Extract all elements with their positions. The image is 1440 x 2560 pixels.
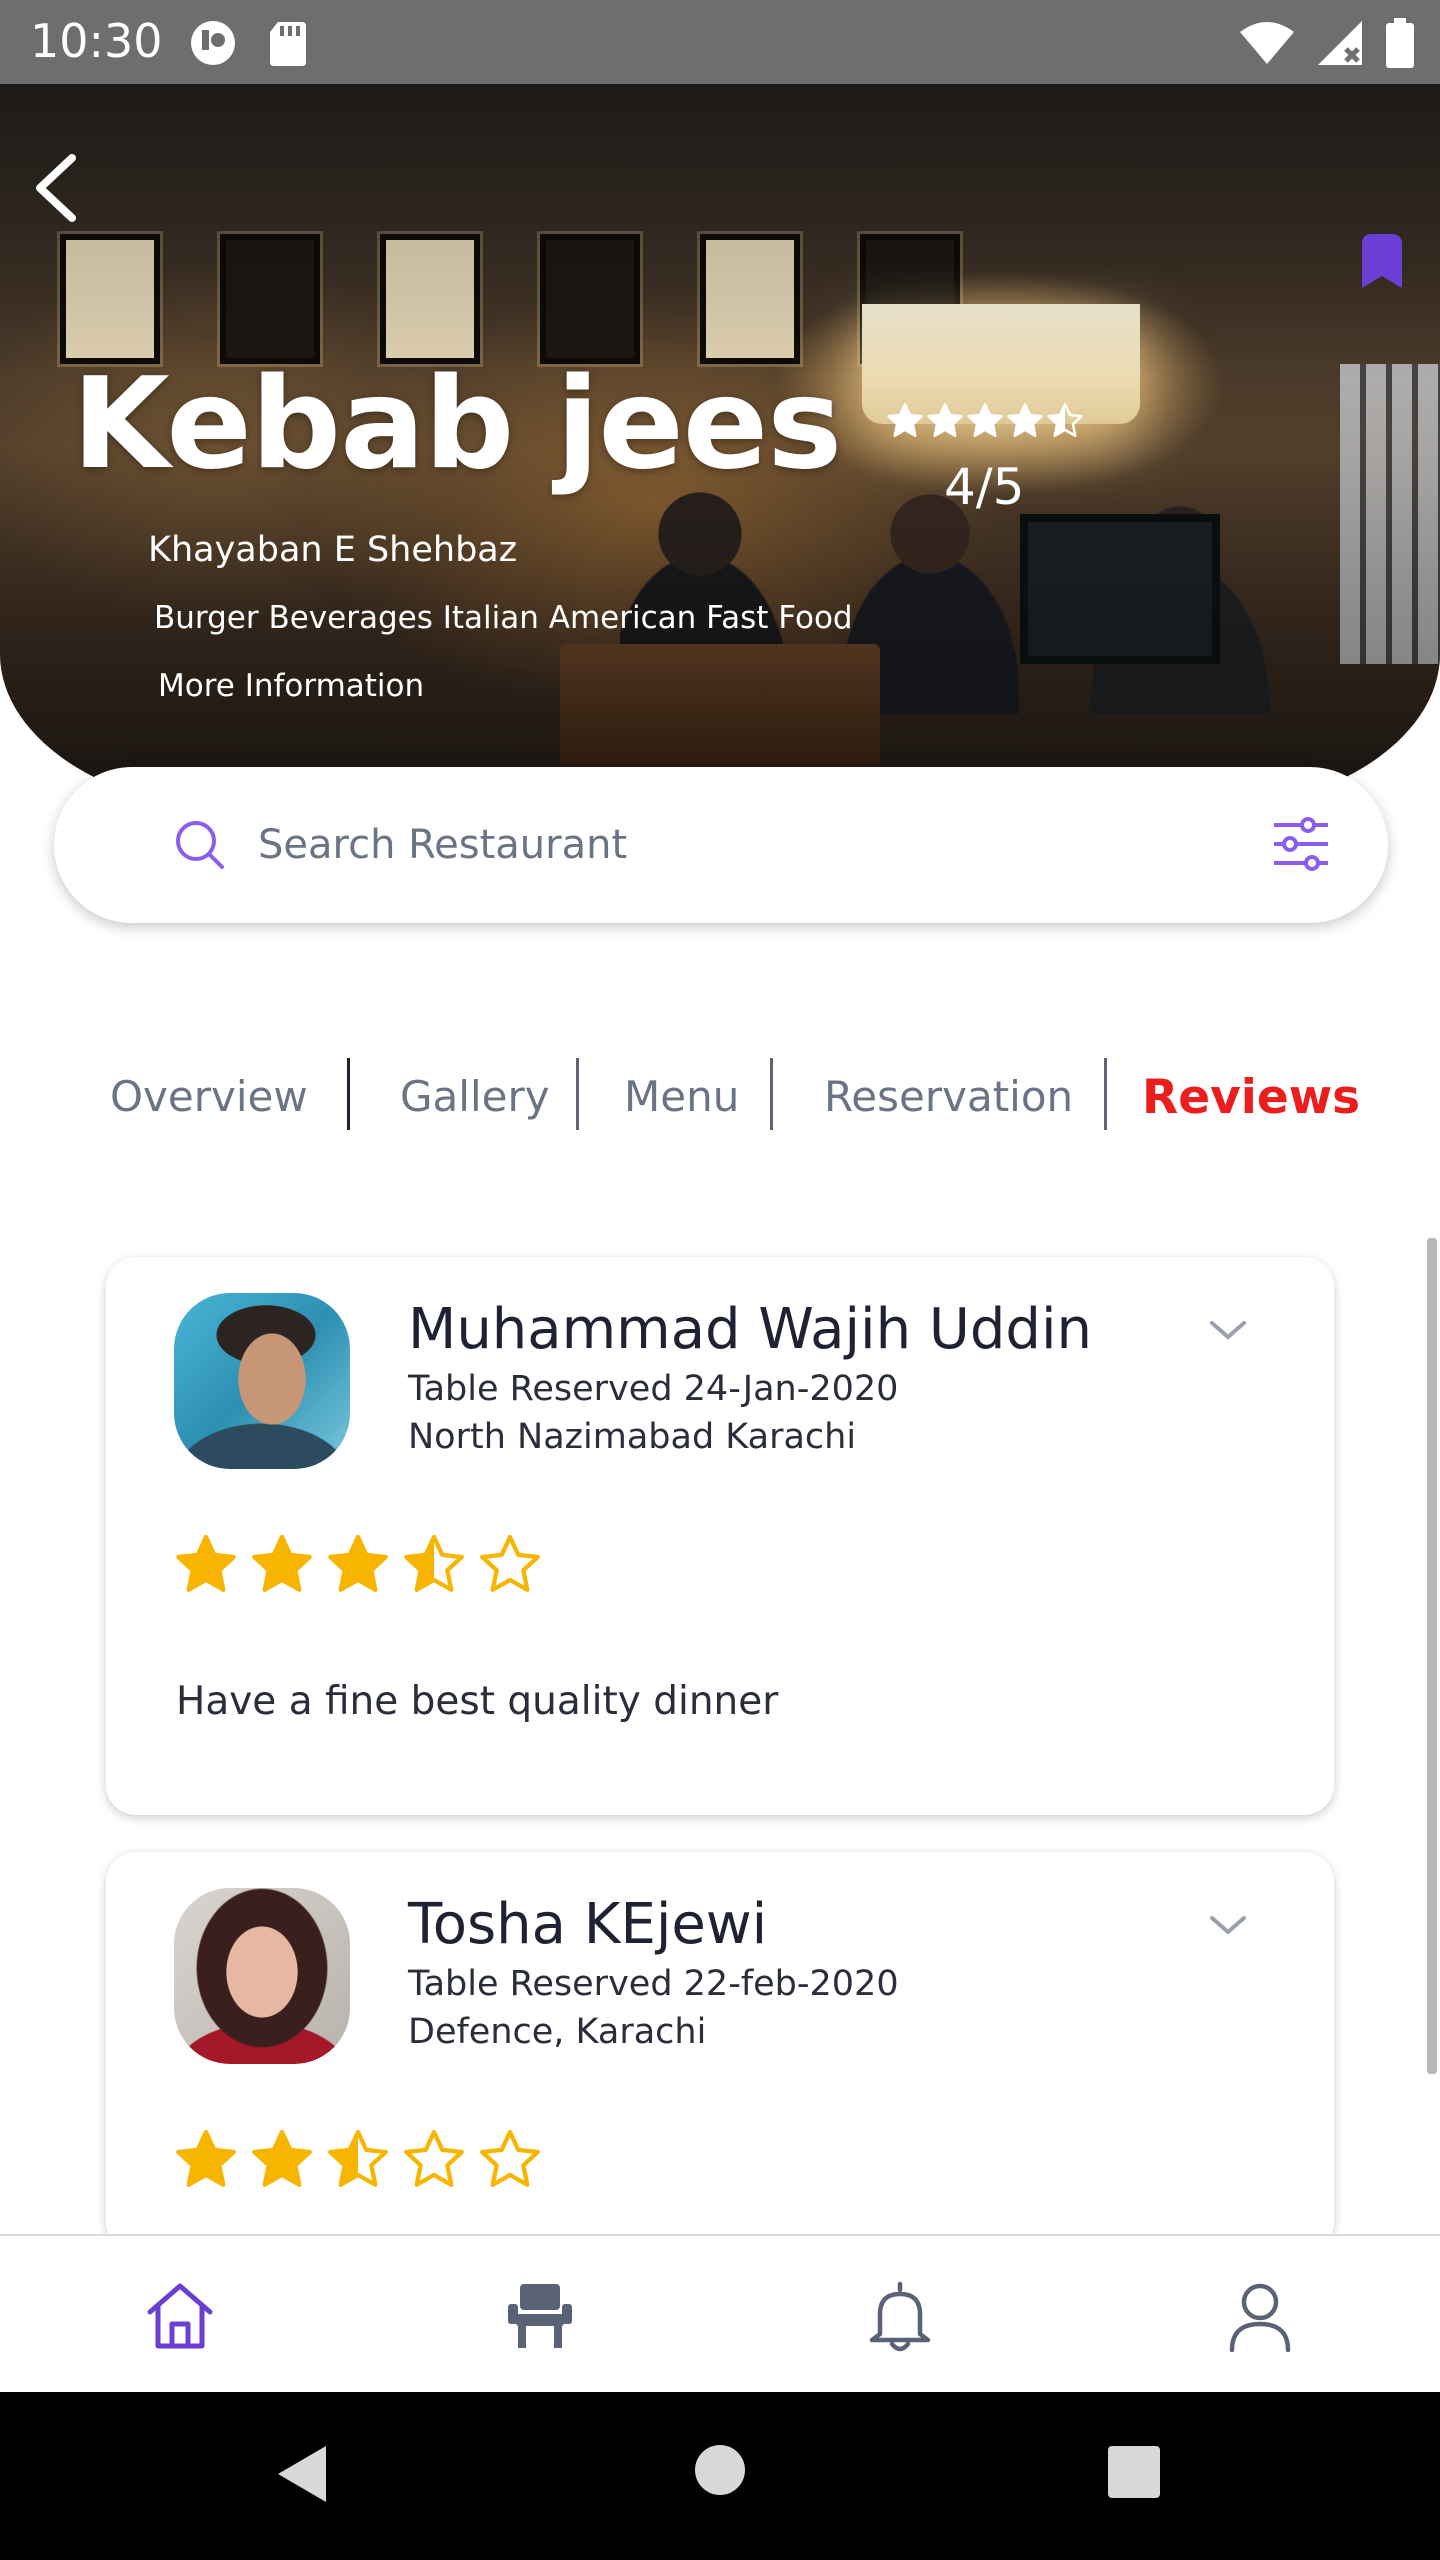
star-full-icon xyxy=(1007,403,1043,437)
star-full-icon xyxy=(252,1534,312,1592)
star-half-icon xyxy=(404,1534,464,1592)
more-information-link[interactable]: More Information xyxy=(158,668,424,704)
back-arrow-icon[interactable] xyxy=(28,152,84,224)
battery-icon xyxy=(1386,18,1414,68)
reviewer-name: Tosha KEjewi xyxy=(408,1892,768,1957)
star-full-icon xyxy=(887,403,923,437)
chevron-down-icon[interactable] xyxy=(1204,1908,1252,1944)
app-notification-icon xyxy=(191,21,235,65)
chevron-down-icon[interactable] xyxy=(1204,1313,1252,1349)
system-recents-icon[interactable] xyxy=(1108,2446,1160,2498)
cell-signal-icon xyxy=(1318,21,1362,65)
search-input[interactable] xyxy=(258,803,1258,887)
star-empty-icon xyxy=(480,2129,540,2187)
star-full-icon xyxy=(328,1534,388,1592)
star-half-icon xyxy=(328,2129,388,2187)
review-rating-stars xyxy=(174,2128,542,2192)
search-icon[interactable] xyxy=(170,815,230,875)
bottom-navigation xyxy=(0,2234,1440,2392)
reviewer-location: North Nazimabad Karachi xyxy=(408,1417,857,1457)
sd-card-icon xyxy=(270,22,306,66)
status-bar: 10:30 xyxy=(0,0,1440,84)
restaurant-name: Kebab jees xyxy=(72,350,842,497)
home-icon[interactable] xyxy=(140,2276,220,2356)
star-full-icon xyxy=(176,1534,236,1592)
chair-icon[interactable] xyxy=(500,2276,580,2356)
star-full-icon xyxy=(927,403,963,437)
star-full-icon xyxy=(176,2129,236,2187)
star-empty-icon xyxy=(404,2129,464,2187)
bell-icon[interactable] xyxy=(860,2276,940,2356)
restaurant-area: Khayaban E Shehbaz xyxy=(148,530,518,570)
avatar xyxy=(174,1888,350,2064)
tab-reviews[interactable]: Reviews xyxy=(1142,1070,1360,1125)
bookmark-icon[interactable] xyxy=(1358,230,1406,290)
star-empty-icon xyxy=(480,1534,540,1592)
restaurant-rating-text: 4/5 xyxy=(944,458,1025,516)
scrollbar[interactable] xyxy=(1427,1238,1437,2074)
star-full-icon xyxy=(252,2129,312,2187)
avatar xyxy=(174,1293,350,1469)
restaurant-cuisines: Burger Beverages Italian American Fast F… xyxy=(154,600,853,636)
tab-divider xyxy=(576,1058,579,1130)
restaurant-tabs: Overview Gallery Menu Reservation Review… xyxy=(0,1058,1440,1148)
review-comment: Have a fine best quality dinner xyxy=(176,1679,779,1724)
wifi-icon xyxy=(1240,22,1294,64)
reviewer-name: Muhammad Wajih Uddin xyxy=(408,1297,1093,1362)
tab-divider xyxy=(1104,1058,1107,1130)
reservation-date: Table Reserved 22-feb-2020 xyxy=(408,1964,899,2004)
tab-gallery[interactable]: Gallery xyxy=(400,1072,550,1121)
system-navigation-bar xyxy=(0,2392,1440,2560)
restaurant-rating-stars xyxy=(886,402,1084,440)
filter-sliders-icon[interactable] xyxy=(1268,811,1334,877)
user-icon[interactable] xyxy=(1220,2276,1300,2356)
status-time: 10:30 xyxy=(30,14,163,68)
review-rating-stars xyxy=(174,1533,542,1597)
search-bar xyxy=(54,767,1388,923)
tab-reservation[interactable]: Reservation xyxy=(824,1072,1073,1121)
review-card: Tosha KEjewi Table Reserved 22-feb-2020 … xyxy=(106,1852,1334,2252)
reviewer-location: Defence, Karachi xyxy=(408,2012,707,2052)
status-icons-left xyxy=(188,18,308,68)
review-card: Muhammad Wajih Uddin Table Reserved 24-J… xyxy=(106,1257,1334,1815)
star-half-icon xyxy=(1047,403,1083,437)
tab-divider xyxy=(770,1058,773,1130)
status-icons-right xyxy=(1238,18,1414,68)
tab-divider xyxy=(347,1058,350,1130)
reservation-date: Table Reserved 24-Jan-2020 xyxy=(408,1369,899,1409)
system-back-icon[interactable] xyxy=(272,2442,332,2506)
tab-overview[interactable]: Overview xyxy=(110,1072,308,1121)
tab-menu[interactable]: Menu xyxy=(624,1072,739,1121)
star-full-icon xyxy=(967,403,1003,437)
system-home-icon[interactable] xyxy=(694,2444,746,2496)
